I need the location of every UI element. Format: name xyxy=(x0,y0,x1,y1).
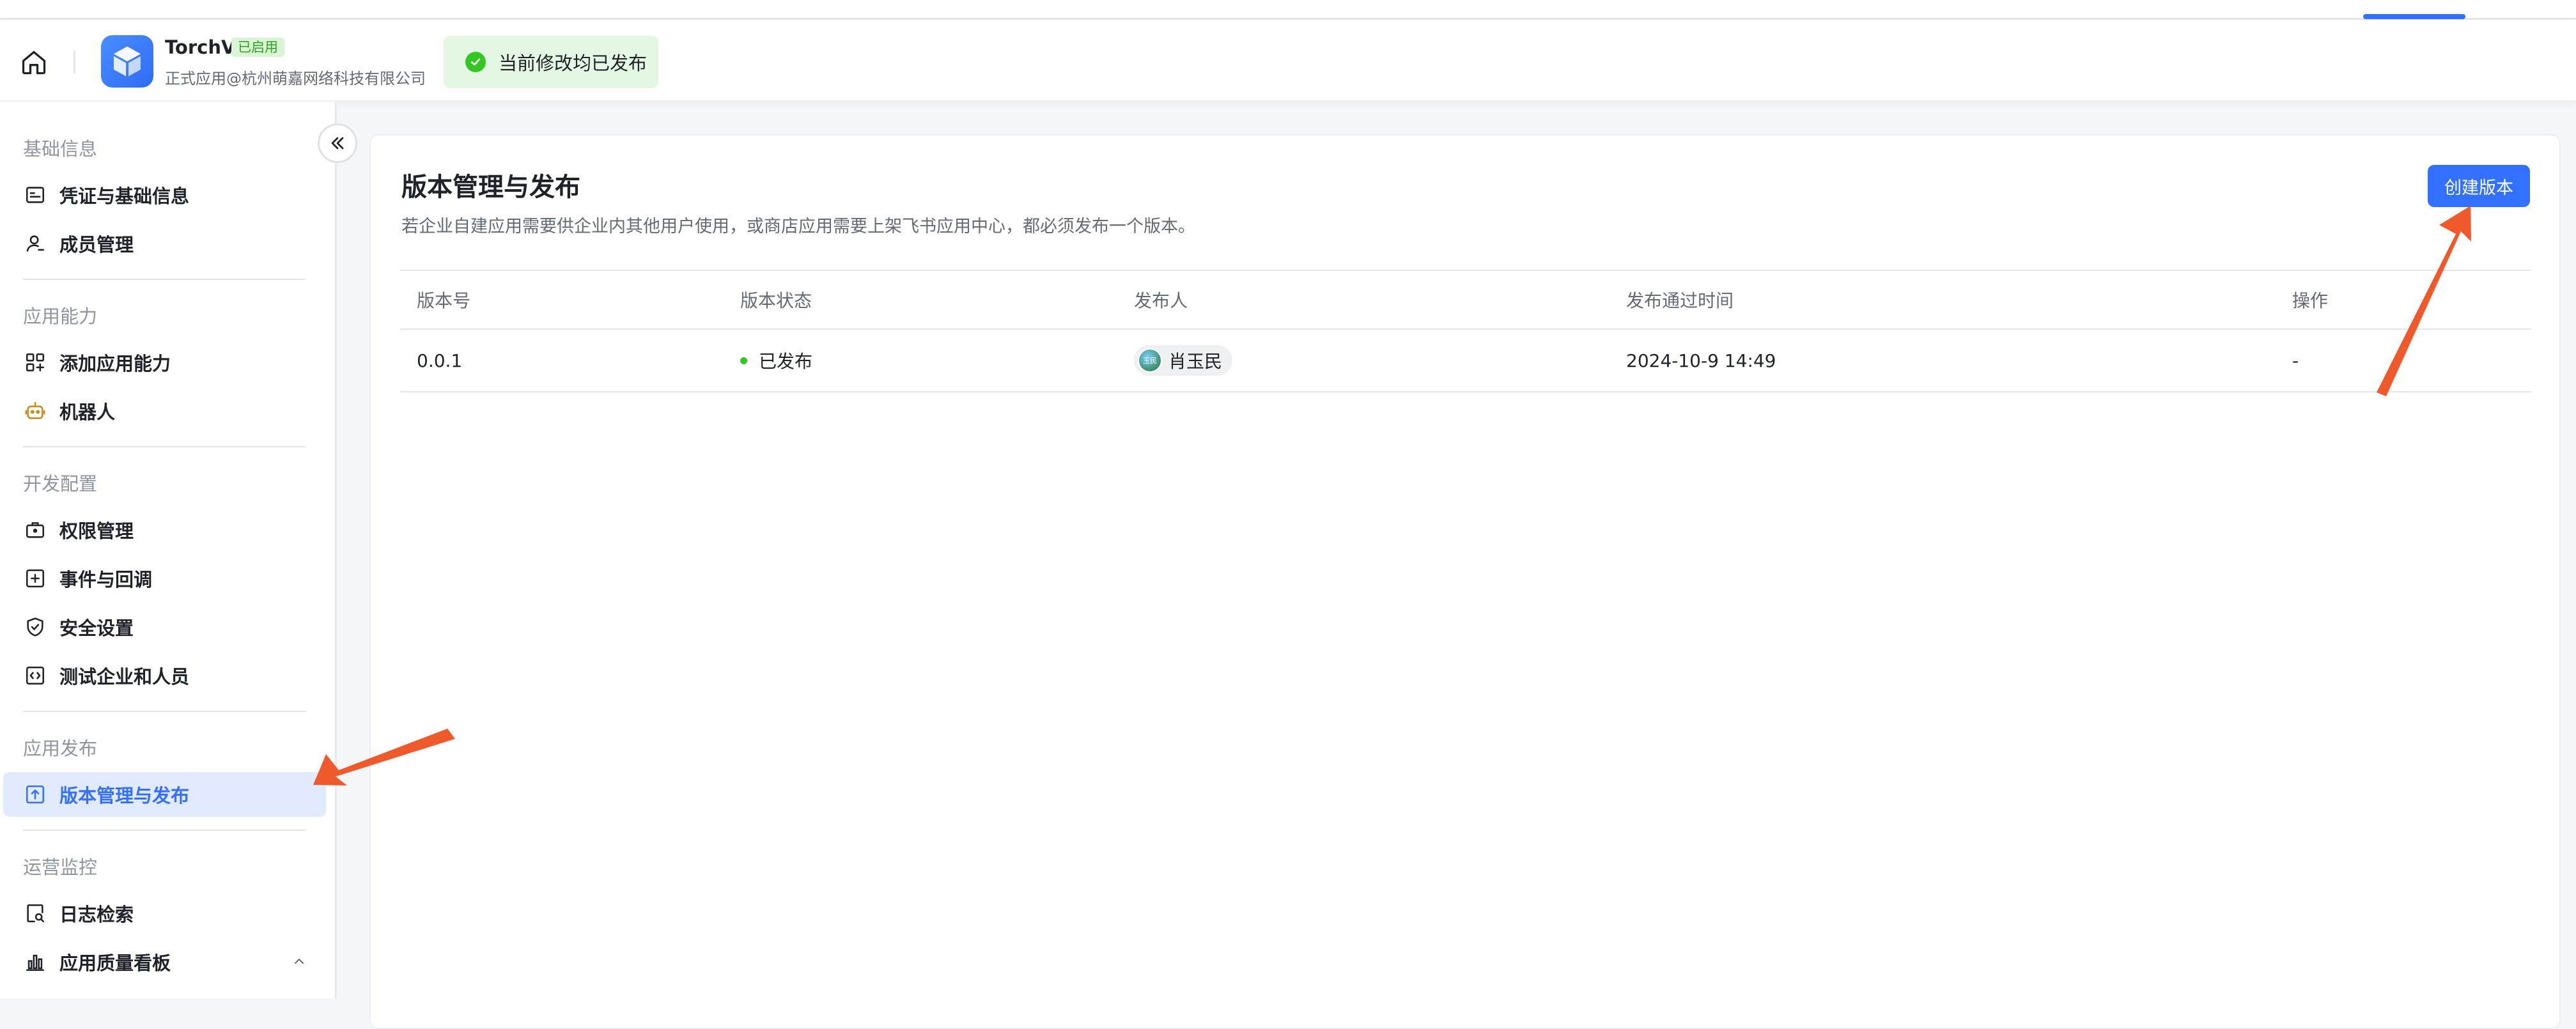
sidebar-item-log-search[interactable]: 日志检索 xyxy=(3,891,326,936)
app-header: TorchV 已启用 正式应用@杭州萌嘉网络科技有限公司 当前修改均已发布 xyxy=(0,20,2576,102)
sidebar-divider xyxy=(23,279,306,280)
app-status-badge: 已启用 xyxy=(231,38,284,57)
sidebar-item-test-enterprise[interactable]: 测试企业和人员 xyxy=(3,653,326,698)
sidebar: 基础信息 凭证与基础信息 成员管理 应用能力 添加应用能力 机器人 开发配置 权… xyxy=(0,102,337,998)
grid-add-icon xyxy=(26,353,45,372)
publisher-chip[interactable]: 玉民 肖玉民 xyxy=(1134,345,1233,376)
bar-chart-icon xyxy=(26,954,45,971)
id-card-icon xyxy=(26,187,45,203)
top-strip xyxy=(0,0,2576,20)
event-add-icon xyxy=(26,569,45,588)
avatar: 玉民 xyxy=(1138,348,1162,373)
sidebar-divider xyxy=(23,830,306,831)
sidebar-item-permissions[interactable]: 权限管理 xyxy=(3,507,326,552)
sidebar-item-members[interactable]: 成员管理 xyxy=(3,221,326,266)
section-title-app-capabilities: 应用能力 xyxy=(23,306,98,327)
success-check-icon xyxy=(465,52,486,72)
cube-icon xyxy=(114,46,141,77)
section-title-basic-info: 基础信息 xyxy=(23,138,98,160)
column-header-status: 版本状态 xyxy=(740,290,812,311)
sidebar-item-label: 日志检索 xyxy=(59,904,134,925)
create-version-button[interactable]: 创建版本 xyxy=(2428,165,2530,207)
sidebar-item-label: 应用质量看板 xyxy=(59,952,171,974)
row-action: - xyxy=(2292,350,2299,371)
sidebar-item-label: 权限管理 xyxy=(59,520,134,542)
shield-check-icon xyxy=(27,617,43,637)
sidebar-item-events-callbacks[interactable]: 事件与回调 xyxy=(3,556,326,601)
sidebar-item-label: 成员管理 xyxy=(59,234,134,256)
app-logo xyxy=(101,35,153,88)
sidebar-item-bot[interactable]: 机器人 xyxy=(3,389,326,433)
home-icon xyxy=(22,50,46,75)
sidebar-item-label: 添加应用能力 xyxy=(59,353,171,375)
sidebar-item-quality-dashboard[interactable]: 应用质量看板 xyxy=(3,940,326,984)
page-description: 若企业自建应用需要供企业内其他用户使用，或商店应用需要上架飞书应用中心，都必须发… xyxy=(401,217,1195,236)
header-divider xyxy=(74,50,75,74)
briefcase-lock-icon xyxy=(26,522,45,538)
publisher-cell: 玉民 肖玉民 xyxy=(1134,330,1233,391)
column-header-publisher: 发布人 xyxy=(1134,290,1188,311)
table-row[interactable]: 0.0.1 已发布 玉民 肖玉民 2024-10-9 14:49 - xyxy=(400,330,2531,392)
log-search-icon xyxy=(27,904,45,923)
chevron-up-icon[interactable] xyxy=(291,954,307,969)
sidebar-item-label: 机器人 xyxy=(59,401,116,423)
sidebar-item-label: 事件与回调 xyxy=(59,569,153,591)
home-button[interactable] xyxy=(17,45,51,80)
passed-time: 2024-10-9 14:49 xyxy=(1626,350,1776,371)
table-header-row: 版本号 版本状态 发布人 发布通过时间 操作 xyxy=(400,270,2531,330)
publisher-name: 肖玉民 xyxy=(1168,351,1223,372)
sidebar-divider xyxy=(23,711,306,712)
app-subtitle: 正式应用@杭州萌嘉网络科技有限公司 xyxy=(165,70,426,88)
active-tab-indicator xyxy=(2363,14,2465,19)
status-dot-icon xyxy=(740,357,747,364)
code-box-icon xyxy=(26,666,45,685)
collapse-sidebar-button[interactable] xyxy=(318,123,357,163)
sidebar-item-label: 版本管理与发布 xyxy=(59,785,190,807)
section-title-dev-config: 开发配置 xyxy=(23,473,98,495)
sidebar-item-add-capability[interactable]: 添加应用能力 xyxy=(3,340,326,385)
sidebar-item-label: 测试企业和人员 xyxy=(59,666,190,688)
sidebar-divider xyxy=(23,446,306,447)
publish-status-toast: 当前修改均已发布 xyxy=(444,36,658,88)
column-header-passed-time: 发布通过时间 xyxy=(1626,290,1734,311)
version-table: 版本号 版本状态 发布人 发布通过时间 操作 0.0.1 已发布 玉民 肖玉民 … xyxy=(400,270,2531,392)
page-title: 版本管理与发布 xyxy=(401,173,580,202)
version-number: 0.0.1 xyxy=(417,350,463,371)
toast-text: 当前修改均已发布 xyxy=(499,52,648,74)
section-title-app-publish: 应用发布 xyxy=(23,738,98,759)
sidebar-item-security[interactable]: 安全设置 xyxy=(3,605,326,649)
sidebar-item-label: 凭证与基础信息 xyxy=(59,185,190,207)
double-chevron-left-icon xyxy=(331,137,344,150)
robot-icon xyxy=(25,401,45,419)
column-header-version: 版本号 xyxy=(417,290,471,311)
main-content-card: 版本管理与发布 若企业自建应用需要供企业内其他用户使用，或商店应用需要上架飞书应… xyxy=(369,134,2561,1029)
app-name: TorchV xyxy=(165,36,236,58)
version-status: 已发布 xyxy=(740,330,812,391)
sidebar-item-label: 安全设置 xyxy=(59,617,134,639)
sidebar-item-version-management[interactable]: 版本管理与发布 xyxy=(3,772,326,817)
status-text: 已发布 xyxy=(759,351,813,372)
section-title-operations: 运营监控 xyxy=(23,856,98,878)
column-header-actions: 操作 xyxy=(2292,290,2329,311)
sidebar-item-credentials[interactable]: 凭证与基础信息 xyxy=(3,173,326,217)
upload-box-icon xyxy=(26,785,45,804)
user-icon xyxy=(26,235,45,252)
